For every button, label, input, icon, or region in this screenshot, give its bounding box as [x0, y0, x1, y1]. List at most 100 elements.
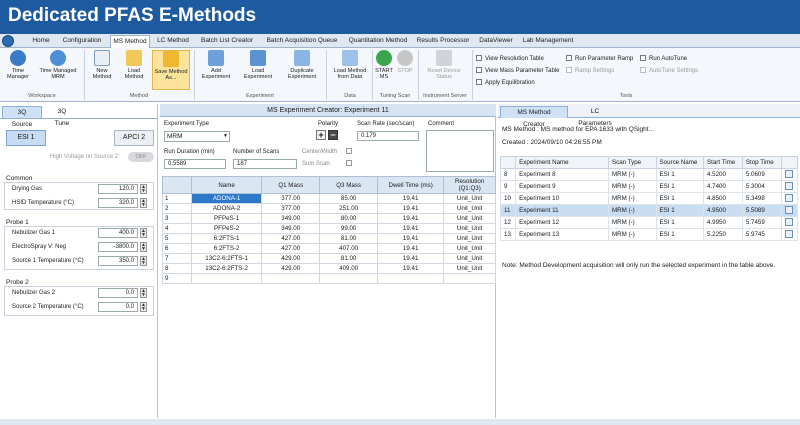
- table-cell[interactable]: 6:2FTS-1: [190, 233, 263, 244]
- table-cell[interactable]: 12: [499, 216, 517, 229]
- tab-batch-list-creator[interactable]: Batch List Creator: [196, 35, 258, 48]
- positive-polarity-button[interactable]: +: [316, 130, 326, 140]
- tab-3q-source[interactable]: 3Q Source: [2, 106, 42, 128]
- table-cell[interactable]: 19.41: [377, 263, 445, 274]
- time-managed-mrm-button[interactable]: Time Managed MRM: [36, 50, 80, 90]
- resolution-cell[interactable]: [443, 273, 496, 284]
- table-cell[interactable]: 5.9745: [741, 228, 782, 241]
- table-cell[interactable]: 19.41: [377, 253, 445, 264]
- electrospray-voltage-spinner[interactable]: ▲ ▼: [140, 242, 147, 252]
- edit-experiment-cell[interactable]: [780, 192, 799, 205]
- edit-icon[interactable]: [784, 229, 793, 238]
- row-index-cell[interactable]: 3: [162, 213, 192, 224]
- esi-1-source-button[interactable]: ESI 1: [6, 130, 46, 146]
- table-cell[interactable]: 251.00: [319, 203, 379, 214]
- resolution-cell[interactable]: Unit_Unit: [443, 193, 496, 204]
- experiment-row[interactable]: 13 Experiment 13 MRM (-) ESI 1 5.2250 5.9745: [499, 228, 799, 241]
- resolution-cell[interactable]: Unit_Unit: [443, 223, 496, 234]
- high-voltage-toggle[interactable]: OFF: [128, 152, 154, 162]
- table-cell[interactable]: ADONA-2: [190, 203, 263, 214]
- table-cell[interactable]: ESI 1: [655, 228, 705, 241]
- table-cell[interactable]: 4.8500: [703, 192, 743, 205]
- row-index-cell[interactable]: 5: [162, 233, 192, 244]
- table-cell[interactable]: 4.7400: [703, 180, 743, 193]
- col-resolution[interactable]: Resolution (Q1:Q3): [443, 176, 496, 194]
- table-cell[interactable]: [377, 273, 445, 284]
- drying-gas-input[interactable]: 120.0: [98, 184, 138, 194]
- edit-experiment-cell[interactable]: [780, 228, 799, 241]
- edit-icon[interactable]: [784, 193, 793, 202]
- col-name[interactable]: Name: [190, 176, 263, 194]
- table-cell[interactable]: 19.41: [377, 213, 445, 224]
- col-experiment-name[interactable]: Experiment Name: [515, 156, 609, 169]
- tab-batch-acquisition-queue[interactable]: Batch Acquisition Queue: [262, 35, 342, 48]
- tab-configuration[interactable]: Configuration: [58, 35, 106, 48]
- table-row[interactable]: 4 PFPeS-2 349.00 99.00 19.41 Unit_Unit: [162, 223, 496, 234]
- table-cell[interactable]: 427.00: [261, 243, 321, 254]
- negative-polarity-button[interactable]: −: [328, 130, 338, 140]
- table-cell[interactable]: MRM (-): [607, 216, 657, 229]
- center-width-checkbox[interactable]: [346, 148, 352, 154]
- table-cell[interactable]: MRM (-): [607, 228, 657, 241]
- nebulizer-gas-1-spinner[interactable]: ▲ ▼: [140, 228, 147, 238]
- experiment-type-select[interactable]: MRM ▼: [164, 131, 230, 142]
- tab-lab-management[interactable]: Lab Management: [520, 35, 576, 48]
- resolution-cell[interactable]: Unit_Unit: [443, 243, 496, 254]
- table-cell[interactable]: Experiment 11: [515, 204, 609, 217]
- duplicate-experiment-button[interactable]: Duplicate Experiment: [282, 50, 322, 90]
- table-cell[interactable]: 19.41: [377, 203, 445, 214]
- edit-experiment-cell[interactable]: [780, 180, 799, 193]
- load-method-button[interactable]: Load Method: [120, 50, 148, 90]
- table-cell[interactable]: 10: [499, 192, 517, 205]
- run-duration-input[interactable]: 0.5589: [164, 159, 226, 169]
- table-cell[interactable]: 427.00: [261, 233, 321, 244]
- source-1-temperature-spinner[interactable]: ▲ ▼: [140, 256, 147, 266]
- apply-equilibration-check[interactable]: Apply Equilibration: [476, 79, 535, 88]
- resolution-cell[interactable]: Unit_Unit: [443, 233, 496, 244]
- comment-textarea[interactable]: [426, 130, 494, 172]
- save-method-as-button[interactable]: Save Method As...: [152, 50, 190, 90]
- edit-icon[interactable]: [784, 205, 793, 214]
- table-cell[interactable]: ESI 1: [655, 168, 705, 181]
- edit-experiment-cell[interactable]: [780, 216, 799, 229]
- table-cell[interactable]: 19.41: [377, 233, 445, 244]
- autotune-settings-item[interactable]: AutoTune Settings: [640, 67, 698, 76]
- table-cell[interactable]: Experiment 13: [515, 228, 609, 241]
- experiment-row[interactable]: 12 Experiment 12 MRM (-) ESI 1 4.9950 5.7459: [499, 216, 799, 229]
- col-q3-mass[interactable]: Q3 Mass: [319, 176, 379, 194]
- table-cell[interactable]: Experiment 12: [515, 216, 609, 229]
- table-cell[interactable]: 19.41: [377, 193, 445, 204]
- table-cell[interactable]: 4.9500: [703, 204, 743, 217]
- table-cell[interactable]: PFPeS-1: [190, 213, 263, 224]
- table-row[interactable]: 1 ADONA-1 377.00 85.00 19.41 Unit_Unit: [162, 193, 496, 204]
- edit-icon[interactable]: [784, 181, 793, 190]
- table-cell[interactable]: [261, 273, 321, 284]
- load-experiment-button[interactable]: Load Experiment: [238, 50, 278, 90]
- table-cell[interactable]: 81.00: [319, 233, 379, 244]
- run-parameter-ramp-check[interactable]: Run Parameter Ramp: [566, 55, 633, 64]
- table-cell[interactable]: 5.2250: [703, 228, 743, 241]
- resolution-cell[interactable]: Unit_Unit: [443, 203, 496, 214]
- scan-rate-input[interactable]: 0.179: [357, 131, 419, 141]
- apci-2-source-button[interactable]: APCI 2: [114, 130, 154, 146]
- table-cell[interactable]: 13C2-6:2FTS-1: [190, 253, 263, 264]
- experiment-row[interactable]: 11 Experiment 11 MRM (-) ESI 1 4.9500 5.5089: [499, 204, 799, 217]
- table-cell[interactable]: 85.00: [319, 193, 379, 204]
- table-cell[interactable]: 19.41: [377, 223, 445, 234]
- ramp-settings-item[interactable]: Ramp Settings: [566, 67, 614, 76]
- table-cell[interactable]: 5.3004: [741, 180, 782, 193]
- table-cell[interactable]: 349.00: [261, 213, 321, 224]
- table-cell[interactable]: 4.5200: [703, 168, 743, 181]
- table-cell[interactable]: 349.00: [261, 223, 321, 234]
- table-cell[interactable]: ESI 1: [655, 180, 705, 193]
- table-cell[interactable]: PFPeS-2: [190, 223, 263, 234]
- tab-home[interactable]: Home: [28, 35, 54, 48]
- time-manager-button[interactable]: Time Manager: [4, 50, 32, 90]
- tab-lc-parameters[interactable]: LC Parameters: [570, 106, 620, 127]
- row-index-cell[interactable]: 8: [162, 263, 192, 274]
- sum-scan-checkbox[interactable]: [346, 160, 352, 166]
- table-cell[interactable]: 4.9950: [703, 216, 743, 229]
- reset-device-status-button[interactable]: Reset Device Status: [422, 50, 466, 90]
- table-row[interactable]: 8 13C2-6:2FTS-2 429.00 409.00 19.41 Unit_Unit: [162, 263, 496, 274]
- table-cell[interactable]: MRM (-): [607, 192, 657, 205]
